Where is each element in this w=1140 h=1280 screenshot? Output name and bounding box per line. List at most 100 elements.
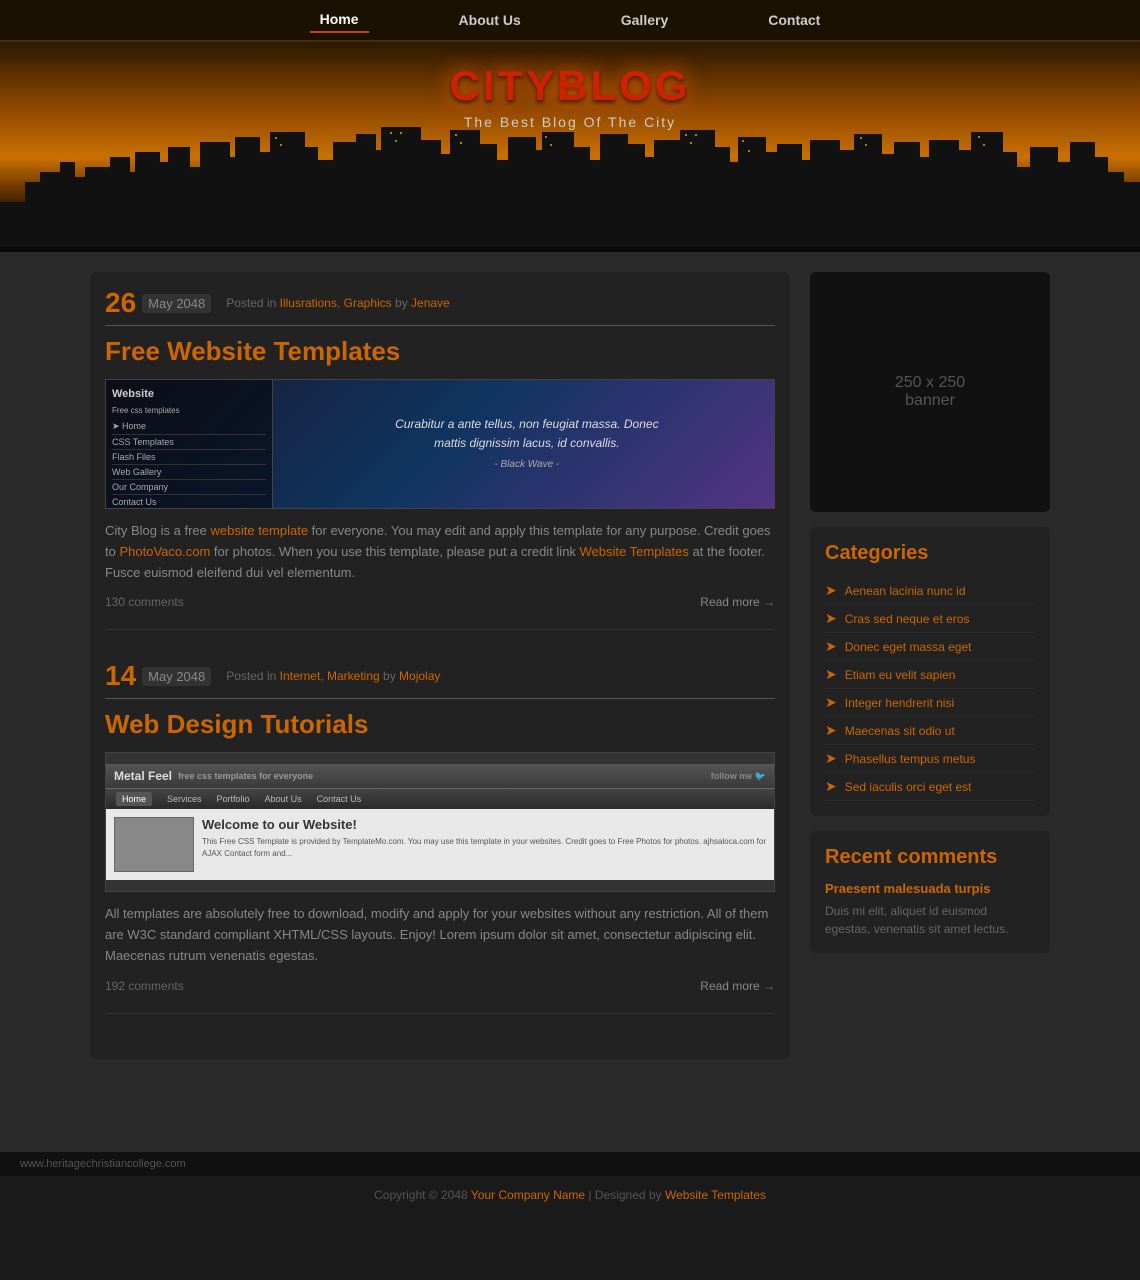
category-arrow-5: ➤ <box>825 694 837 711</box>
mock-mf-content: Welcome to our Website! This Free CSS Te… <box>202 817 766 872</box>
mock-quote-area: Curabitur a ante tellus, non feugiat mas… <box>280 380 774 508</box>
mock-quote-text: Curabitur a ante tellus, non feugiat mas… <box>395 415 658 473</box>
category-arrow-1: ➤ <box>825 582 837 599</box>
sidebar-categories: Categories ➤ Aenean lacinia nunc id ➤ Cr… <box>810 527 1050 816</box>
post-1-meta: Posted in Illusrations, Graphics by Jena… <box>226 296 775 310</box>
category-link-5[interactable]: Integer hendrerit nisi <box>845 696 954 710</box>
posts-column: 26 May 2048 Posted in Illusrations, Grap… <box>90 272 790 1059</box>
post-1-footer: 130 comments Read more → <box>105 595 775 609</box>
post-1-author[interactable]: Jenave <box>411 296 450 310</box>
post-2-meta: Posted in Internet, Marketing by Mojolay <box>226 669 775 683</box>
skyline-graphic <box>0 122 1140 252</box>
category-arrow-3: ➤ <box>825 638 837 655</box>
mock-sidebar: Website Free css templates ➤ Home CSS Te… <box>106 380 273 508</box>
site-title: CITYBLOG <box>450 62 691 110</box>
site-subtitle: The Best Blog Of The City <box>464 114 676 130</box>
mock-mf-nav: Home Services Portfolio About Us Contact… <box>106 789 774 809</box>
banner-text: 250 x 250 banner <box>895 374 965 410</box>
category-item-3: ➤ Donec eget massa eget <box>825 633 1035 661</box>
mock-nav-company: Our Company <box>112 480 266 495</box>
nav-home[interactable]: Home <box>310 7 369 33</box>
category-arrow-7: ➤ <box>825 750 837 767</box>
mock-mf-header: Metal Feel free css templates for everyo… <box>106 764 774 789</box>
mock-metal-feel: Metal Feel free css templates for everyo… <box>106 764 774 880</box>
post-1-cat-1[interactable]: Illusrations <box>280 296 337 310</box>
mock-mf-nav-home: Home <box>116 792 152 806</box>
footer-company-link[interactable]: Your Company Name <box>471 1188 585 1202</box>
category-link-1[interactable]: Aenean lacinia nunc id <box>845 584 966 598</box>
post-1-title: Free Website Templates <box>105 336 775 367</box>
mock-nav-flash: Flash Files <box>112 450 266 465</box>
mock-nav-contact: Contact Us <box>112 495 266 509</box>
category-link-7[interactable]: Phasellus tempus metus <box>845 752 976 766</box>
mock-mf-nav-contact: Contact Us <box>317 794 362 804</box>
post-1-date-month: May 2048 <box>142 294 211 313</box>
post-2-date-num: 14 <box>105 660 136 692</box>
post-2-cat-2[interactable]: Marketing <box>327 669 380 683</box>
footer-template-link[interactable]: Website Templates <box>665 1188 766 1202</box>
categories-title: Categories <box>825 542 1035 565</box>
post-1-link-template[interactable]: website template <box>211 523 309 538</box>
sidebar: 250 x 250 banner Categories ➤ Aenean lac… <box>810 272 1050 1059</box>
site-header: CITYBLOG The Best Blog Of The City <box>0 42 1140 252</box>
post-2-date-month: May 2048 <box>142 667 211 686</box>
post-2-date-bar: 14 May 2048 Posted in Internet, Marketin… <box>105 660 775 699</box>
post-1-read-more[interactable]: Read more → <box>700 595 775 609</box>
category-link-3[interactable]: Donec eget massa eget <box>845 640 972 654</box>
post-1-link-photovaco[interactable]: PhotoVaco.com <box>119 544 210 559</box>
post-1-date-num: 26 <box>105 287 136 319</box>
category-link-2[interactable]: Cras sed neque et eros <box>845 612 970 626</box>
post-1-link-wt[interactable]: Website Templates <box>580 544 689 559</box>
category-link-8[interactable]: Sed iaculis orci eget est <box>845 780 972 794</box>
post-1-cat-2[interactable]: Graphics <box>344 296 392 310</box>
content-area: 26 May 2048 Posted in Illusrations, Grap… <box>90 272 1050 1059</box>
post-2-footer: 192 comments Read more → <box>105 979 775 993</box>
post-2-cat-1[interactable]: Internet <box>280 669 321 683</box>
category-arrow-6: ➤ <box>825 722 837 739</box>
post-2-read-more[interactable]: Read more → <box>700 979 775 993</box>
mock-nav-css: CSS Templates <box>112 435 266 450</box>
mock-mf-follow: follow me 🐦 <box>711 771 766 782</box>
main-wrapper: 26 May 2048 Posted in Illusrations, Grap… <box>0 252 1140 1152</box>
mock-site-label: Website <box>112 388 266 400</box>
post-1-image: Website Free css templates ➤ Home CSS Te… <box>105 379 775 509</box>
category-arrow-8: ➤ <box>825 778 837 795</box>
category-link-6[interactable]: Maecenas sit odio ut <box>845 724 955 738</box>
mock-mf-nav-services: Services <box>167 794 202 804</box>
mock-mf-tagline: free css templates for everyone <box>178 771 313 781</box>
post-1-body: City Blog is a free website template for… <box>105 521 775 583</box>
mock-nav-home: ➤ Home <box>112 419 266 435</box>
post-2-image: Metal Feel free css templates for everyo… <box>105 752 775 892</box>
post-1-date-bar: 26 May 2048 Posted in Illusrations, Grap… <box>105 287 775 326</box>
nav-gallery[interactable]: Gallery <box>611 8 678 32</box>
mock-nav-gallery: Web Gallery <box>112 465 266 480</box>
category-item-2: ➤ Cras sed neque et eros <box>825 605 1035 633</box>
category-arrow-4: ➤ <box>825 666 837 683</box>
post-1-comments: 130 comments <box>105 595 184 609</box>
category-item-8: ➤ Sed iaculis orci eget est <box>825 773 1035 801</box>
sidebar-recent-comments: Recent comments Praesent malesuada turpi… <box>810 831 1050 953</box>
mock-mf-image-placeholder <box>114 817 194 872</box>
category-item-7: ➤ Phasellus tempus metus <box>825 745 1035 773</box>
footer-url-text: www.heritagechristiancollege.com <box>20 1158 186 1170</box>
category-link-4[interactable]: Etiam eu velit sapien <box>845 668 956 682</box>
post-2-title: Web Design Tutorials <box>105 709 775 740</box>
mock-mf-brand: Metal Feel <box>114 769 172 783</box>
category-arrow-2: ➤ <box>825 610 837 627</box>
category-item-5: ➤ Integer hendrerit nisi <box>825 689 1035 717</box>
post-1: 26 May 2048 Posted in Illusrations, Grap… <box>105 287 775 630</box>
post-2-author[interactable]: Mojolay <box>399 669 440 683</box>
footer-copyright-text: Copyright © 2048 <box>374 1188 468 1202</box>
sidebar-banner: 250 x 250 banner <box>810 272 1050 512</box>
footer-designed-by: | Designed by <box>588 1188 661 1202</box>
footer-copyright: Copyright © 2048 Your Company Name | Des… <box>0 1176 1140 1214</box>
post-2-comments: 192 comments <box>105 979 184 993</box>
mock-site-subtitle: Free css templates <box>112 406 266 415</box>
post-2: 14 May 2048 Posted in Internet, Marketin… <box>105 660 775 1013</box>
mock-mf-body: Welcome to our Website! This Free CSS Te… <box>106 809 774 880</box>
nav-about[interactable]: About Us <box>449 8 531 32</box>
mock-mf-nav-portfolio: Portfolio <box>217 794 250 804</box>
footer-url-bar: www.heritagechristiancollege.com <box>0 1152 1140 1176</box>
post-2-body: All templates are absolutely free to dow… <box>105 904 775 966</box>
nav-contact[interactable]: Contact <box>758 8 830 32</box>
